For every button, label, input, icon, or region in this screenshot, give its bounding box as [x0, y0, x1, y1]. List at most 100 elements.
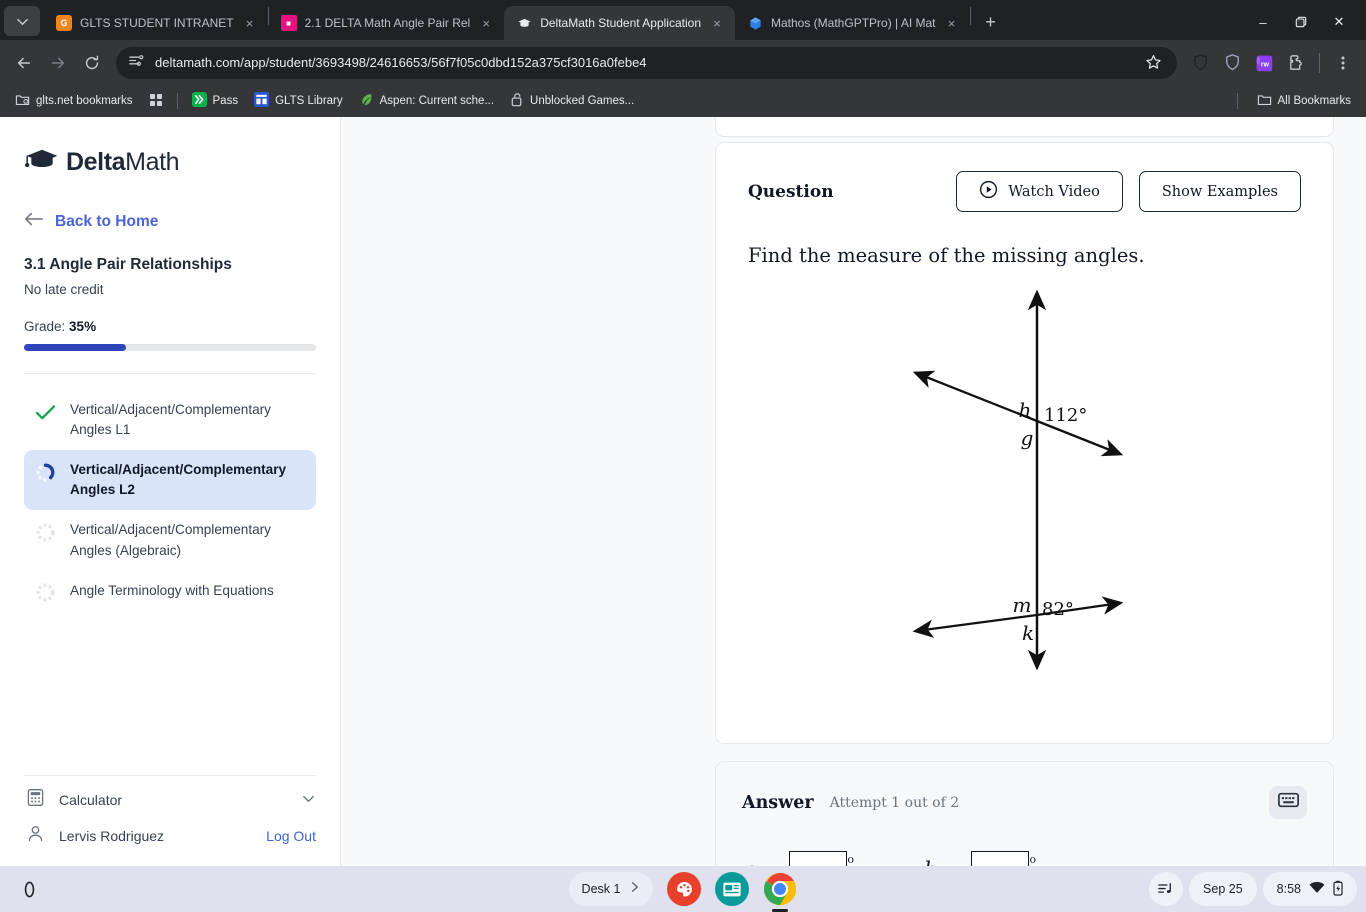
shield-dark-icon[interactable] [1185, 48, 1215, 78]
answer-fields-row: g = o h = o [742, 851, 1307, 866]
extensions-puzzle-icon[interactable] [1281, 48, 1311, 78]
label-angle-112: 112° [1044, 405, 1087, 426]
tab-title: 2.1 DELTA Math Angle Pair Rel [304, 16, 471, 30]
browser-tab-2[interactable]: DeltaMath Student Application × [504, 6, 735, 40]
degree-symbol-g: o [847, 853, 854, 866]
sidebar-item-vertical-l1[interactable]: Vertical/Adjacent/Complementary Angles L… [24, 390, 316, 450]
show-examples-button[interactable]: Show Examples [1138, 171, 1301, 212]
bookmark-label: Pass [212, 95, 239, 107]
bookmark-label: Unblocked Games... [530, 95, 635, 107]
answer-field-h: h = o [924, 851, 1036, 866]
url-text[interactable]: deltamath.com/app/student/3693498/246166… [155, 55, 1131, 70]
answer-field-g: g = o [742, 851, 854, 866]
shelf-app-news[interactable] [715, 872, 750, 906]
browser-tab-3[interactable]: Mathos (MathGPTPro) | AI Mat × [735, 6, 970, 40]
all-bookmarks-button[interactable]: All Bookmarks [1250, 88, 1359, 114]
tab-close-icon[interactable]: × [478, 15, 494, 31]
svg-text:rw: rw [1261, 61, 1270, 68]
shelf-app-canvas-paint[interactable] [667, 872, 702, 906]
shield-light-icon[interactable] [1217, 48, 1247, 78]
keyboard-icon [1277, 792, 1299, 813]
tab-strip: G GLTS STUDENT INTRANET × ■ 2.1 DELTA Ma… [0, 0, 1366, 40]
sidebar-item-vertical-algebraic[interactable]: Vertical/Adjacent/Complementary Angles (… [24, 510, 316, 570]
calculator-icon [26, 788, 45, 812]
window-controls: – ✕ [1244, 8, 1358, 36]
answer-header: Answer Attempt 1 out of 2 [742, 786, 1307, 819]
chrome-menu-icon[interactable] [1328, 48, 1358, 78]
question-prompt: Find the measure of the missing angles. [748, 244, 1145, 267]
bookmark-pass[interactable]: Pass [185, 88, 246, 114]
lower-line-left [912, 613, 1038, 638]
site-settings-icon[interactable] [128, 52, 145, 74]
bookmark-divider [176, 93, 178, 109]
reload-icon[interactable] [76, 47, 108, 79]
equals-sign: = [947, 859, 963, 866]
chromeos-shelf: Desk 1 Sep 25 8:58 [0, 866, 1366, 912]
back-icon[interactable] [8, 47, 40, 79]
user-avatar-icon [26, 824, 45, 848]
forward-icon[interactable] [42, 47, 74, 79]
answer-variable-g: g [742, 858, 755, 866]
watch-video-button[interactable]: Watch Video [956, 171, 1123, 212]
logo-text: DeltaMath [66, 148, 180, 176]
graduation-cap-icon [24, 147, 60, 178]
sidebar-item-vertical-l2[interactable]: Vertical/Adjacent/Complementary Angles L… [24, 450, 316, 511]
toolbar-divider [1319, 52, 1320, 73]
bookmark-glts-net[interactable]: glts.net bookmarks [8, 88, 140, 114]
sidebar-item-label: Angle Terminology with Equations [70, 582, 274, 598]
user-name: Lervis Rodriguez [59, 828, 165, 844]
assignment-title: 3.1 Angle Pair Relationships [24, 256, 232, 273]
angle-diagram: h 112° g m 82° k [748, 281, 1301, 701]
answer-title: Answer [742, 792, 814, 813]
bookmark-label: glts.net bookmarks [36, 95, 133, 107]
bookmark-aspen[interactable]: Aspen: Current sche... [352, 88, 501, 114]
tab-close-icon[interactable]: × [242, 15, 258, 31]
sidebar-item-angle-terminology[interactable]: Angle Terminology with Equations [24, 571, 316, 614]
bookmarks-right-divider [1236, 93, 1238, 109]
grade-row: Grade: 35% [0, 297, 340, 334]
folder-icon [1257, 92, 1272, 110]
logout-link[interactable]: Log Out [266, 828, 316, 844]
calculator-label: Calculator [59, 792, 123, 808]
tab-search-button[interactable] [4, 6, 40, 36]
tab-favicon-mathos [747, 15, 763, 31]
back-to-home-label: Back to Home [55, 212, 159, 230]
chevron-right-icon[interactable] [629, 880, 640, 898]
new-tab-button[interactable]: + [977, 8, 1005, 36]
angle-diagram-svg: h 112° g m 82° k [912, 289, 1124, 671]
tab-close-icon[interactable]: × [944, 15, 960, 31]
answer-input-g[interactable] [789, 851, 848, 866]
bookmark-unblocked-games[interactable]: Unblocked Games... [503, 88, 641, 114]
back-to-home-link[interactable]: Back to Home [0, 178, 340, 232]
grade-label: Grade: [24, 319, 66, 334]
math-keyboard-button[interactable] [1269, 786, 1307, 819]
answer-input-h[interactable] [971, 851, 1030, 866]
question-card: Question Watch Video Show Examples Find … [715, 142, 1334, 744]
close-icon[interactable]: ✕ [1320, 8, 1358, 36]
browser-tab-0[interactable]: G GLTS STUDENT INTRANET × [44, 6, 268, 40]
browser-window: G GLTS STUDENT INTRANET × ■ 2.1 DELTA Ma… [0, 0, 1366, 866]
deltamath-logo[interactable]: DeltaMath [0, 117, 340, 178]
desk-switcher-button[interactable]: Desk 1 [568, 872, 654, 906]
bookmark-star-icon[interactable] [1141, 51, 1165, 75]
maximize-icon[interactable] [1282, 8, 1320, 36]
library-icon [254, 92, 270, 110]
bookmark-apps-grid[interactable] [142, 89, 170, 114]
question-title: Question [748, 181, 834, 202]
chevron-down-icon[interactable] [301, 791, 316, 809]
label-angle-82: 82° [1042, 599, 1074, 620]
browser-tab-1[interactable]: ■ 2.1 DELTA Math Angle Pair Rel × [269, 6, 505, 40]
shelf-app-chrome[interactable] [763, 872, 797, 912]
problem-list: Vertical/Adjacent/Complementary Angles L… [0, 374, 340, 614]
sidebar-item-label: Vertical/Adjacent/Complementary Angles (… [70, 522, 271, 558]
calculator-row[interactable]: Calculator [0, 776, 340, 812]
answer-variable-h: h [924, 858, 938, 866]
all-bookmarks-group: All Bookmarks [1236, 88, 1359, 114]
bookmark-glts-library[interactable]: GLTS Library [247, 88, 350, 114]
minimize-icon[interactable]: – [1244, 8, 1282, 36]
tab-close-icon[interactable]: × [709, 15, 725, 31]
address-bar[interactable]: deltamath.com/app/student/3693498/246166… [116, 46, 1177, 79]
readwrite-extension-icon[interactable]: rw [1249, 48, 1279, 78]
equals-sign: = [764, 859, 780, 866]
grade-progress-fill [24, 344, 127, 351]
